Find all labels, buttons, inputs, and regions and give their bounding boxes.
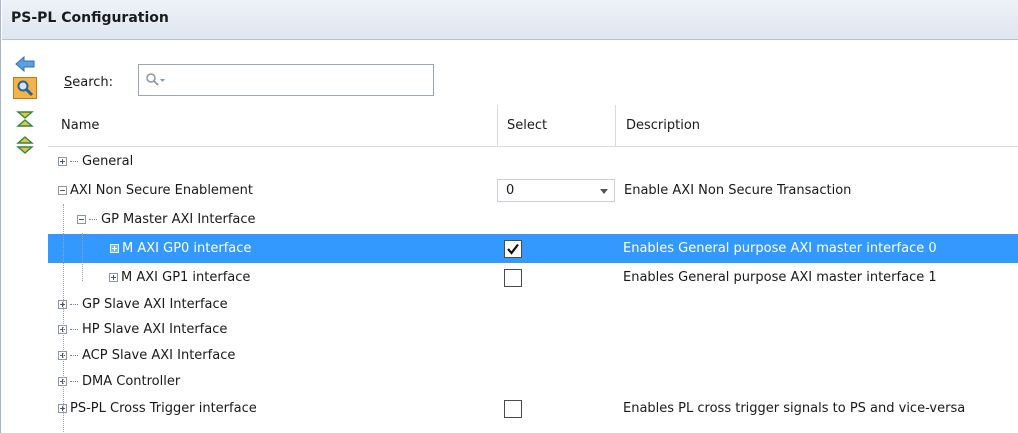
search-field[interactable] bbox=[138, 64, 434, 96]
row-name: GP Master AXI Interface bbox=[101, 212, 256, 227]
expand-icon[interactable] bbox=[58, 157, 67, 166]
gp0-enable-checkbox[interactable] bbox=[504, 239, 522, 258]
row-name: M AXI GP1 interface bbox=[121, 270, 251, 285]
tree-row-general[interactable]: General bbox=[48, 147, 1018, 176]
row-description: Enable AXI Non Secure Transaction bbox=[624, 183, 852, 198]
expand-icon[interactable] bbox=[110, 244, 119, 253]
tree-row-acp-slave-axi[interactable]: ACP Slave AXI Interface bbox=[48, 342, 1018, 368]
tree-row-m-axi-gp1[interactable]: M AXI GP1 interface Enables General purp… bbox=[48, 263, 1018, 292]
tool-sidebar bbox=[2, 41, 48, 433]
config-content: Search: Name Select Description General bbox=[48, 41, 1018, 433]
row-name: DMA Controller bbox=[82, 373, 181, 389]
row-name: M AXI GP0 interface bbox=[122, 241, 252, 256]
tree-row-dma-controller[interactable]: DMA Controller bbox=[48, 368, 1018, 394]
column-header-select[interactable]: Select bbox=[507, 118, 547, 133]
tree-connector-line bbox=[82, 233, 83, 281]
column-divider[interactable] bbox=[497, 105, 498, 147]
expand-all-icon[interactable] bbox=[13, 134, 37, 156]
search-icon[interactable] bbox=[13, 77, 37, 99]
tree-row-gp-master-axi[interactable]: GP Master AXI Interface bbox=[48, 205, 1018, 234]
ps-pl-configuration-panel: PS-PL Configuration Search: Name Select … bbox=[0, 0, 1018, 433]
collapse-icon[interactable] bbox=[58, 186, 67, 195]
column-header-name[interactable]: Name bbox=[61, 118, 99, 133]
gp1-enable-checkbox[interactable] bbox=[504, 268, 522, 287]
search-label: Search: bbox=[64, 75, 114, 90]
tree-connector-line bbox=[63, 204, 64, 433]
row-name: PS-PL Cross Trigger interface bbox=[70, 401, 257, 416]
axi-non-secure-select[interactable]: 0 bbox=[497, 179, 615, 202]
panel-title: PS-PL Configuration bbox=[11, 10, 169, 26]
row-name: ACP Slave AXI Interface bbox=[82, 347, 236, 363]
tree-row-hp-slave-axi[interactable]: HP Slave AXI Interface bbox=[48, 316, 1018, 342]
row-name: AXI Non Secure Enablement bbox=[70, 183, 253, 198]
chevron-down-icon bbox=[600, 189, 608, 194]
back-arrow-icon[interactable] bbox=[13, 53, 37, 75]
expand-icon[interactable] bbox=[109, 273, 118, 282]
tree-row-ps-pl-cross-trigger[interactable]: PS-PL Cross Trigger interface Enables PL… bbox=[48, 394, 1018, 423]
row-name: General bbox=[82, 154, 134, 169]
column-divider[interactable] bbox=[615, 105, 616, 147]
search-input[interactable] bbox=[171, 69, 427, 91]
tree-row-m-axi-gp0[interactable]: M AXI GP0 interface Enables General purp… bbox=[48, 234, 1018, 263]
checkmark-icon bbox=[507, 243, 519, 255]
tree-row-gp-slave-axi[interactable]: GP Slave AXI Interface bbox=[48, 292, 1018, 316]
row-description: Enables General purpose AXI master inter… bbox=[623, 241, 937, 256]
panel-title-bar: PS-PL Configuration bbox=[2, 0, 1018, 40]
tree-row-axi-non-secure-enablement[interactable]: AXI Non Secure Enablement 0 Enable AXI N… bbox=[48, 176, 1018, 205]
row-name: HP Slave AXI Interface bbox=[82, 321, 228, 337]
row-description: Enables PL cross trigger signals to PS a… bbox=[623, 401, 966, 416]
config-tree-table: Name Select Description General AXI Non … bbox=[48, 105, 1018, 423]
row-name: GP Slave AXI Interface bbox=[82, 296, 228, 312]
collapse-all-icon[interactable] bbox=[13, 108, 37, 130]
column-header-description[interactable]: Description bbox=[626, 118, 700, 133]
row-description: Enables General purpose AXI master inter… bbox=[623, 270, 937, 285]
search-dropdown-icon[interactable] bbox=[145, 72, 167, 92]
cross-trigger-enable-checkbox[interactable] bbox=[504, 399, 522, 418]
table-header: Name Select Description bbox=[48, 105, 1018, 147]
collapse-icon[interactable] bbox=[77, 215, 86, 224]
